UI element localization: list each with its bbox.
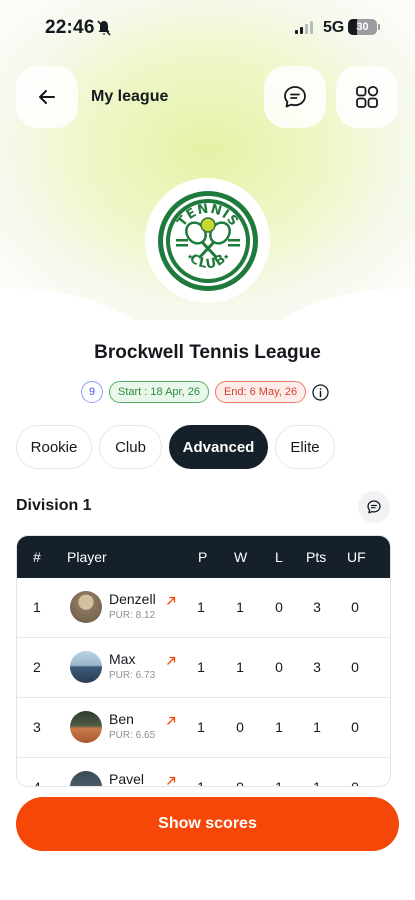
player-name: Max (109, 651, 136, 667)
row-points: 3 (313, 659, 321, 675)
row-won: 0 (236, 779, 244, 787)
tab-advanced[interactable]: Advanced (169, 425, 268, 469)
row-lost: 0 (275, 599, 283, 615)
level-tabs: Rookie Club Advanced Elite (16, 425, 335, 469)
avatar (70, 651, 102, 683)
col-unforced: UF (347, 549, 366, 565)
row-played: 1 (197, 659, 205, 675)
col-points: Pts (306, 549, 327, 565)
row-rank: 3 (33, 719, 41, 735)
bell-muted-icon (97, 20, 111, 36)
col-played: P (198, 549, 208, 565)
tab-club[interactable]: Club (99, 425, 162, 469)
row-rank: 1 (33, 599, 41, 615)
signal-icon (295, 21, 313, 34)
tab-rookie[interactable]: Rookie (16, 425, 92, 469)
player-rating: PUR: 6.65 (109, 730, 156, 741)
end-date-badge: End: 6 May, 26 (214, 381, 307, 403)
row-unforced: 0 (351, 659, 359, 675)
player-name: Pavel (109, 771, 145, 787)
row-won: 1 (236, 599, 244, 615)
svg-text:★: ★ (187, 253, 193, 261)
row-unforced: 0 (351, 779, 359, 787)
trend-up-icon (167, 716, 176, 725)
trend-up-icon (167, 776, 176, 785)
col-won: W (234, 549, 248, 565)
chat-button[interactable] (264, 66, 326, 128)
info-icon[interactable] (312, 384, 329, 401)
row-points: 3 (313, 599, 321, 615)
trend-up-icon (167, 656, 176, 665)
col-player: Player (67, 549, 107, 565)
row-points: 1 (313, 779, 321, 787)
row-points: 1 (313, 719, 321, 735)
svg-text:★: ★ (223, 253, 229, 261)
col-rank: # (33, 549, 41, 565)
division-title: Division 1 (16, 497, 92, 514)
menu-grid-button[interactable] (336, 66, 398, 128)
player-name: Ben (109, 711, 134, 727)
col-lost: L (275, 549, 283, 565)
status-time: 22:46 (45, 17, 95, 38)
row-unforced: 0 (351, 599, 359, 615)
table-header: # Player P W L Pts UF (17, 536, 390, 578)
grid-icon (356, 85, 379, 108)
start-date-badge: Start : 18 Apr, 26 (109, 381, 209, 403)
row-lost: 0 (275, 659, 283, 675)
player-rating: PUR: 8.12 (109, 610, 156, 621)
battery-icon: 30 (348, 19, 377, 35)
tab-elite[interactable]: Elite (275, 425, 335, 469)
trend-up-icon (167, 596, 176, 605)
battery-tip (378, 24, 380, 30)
avatar (70, 591, 102, 623)
row-played: 1 (197, 719, 205, 735)
standings-table: # Player P W L Pts UF 1 Denzell PUR: 8.1… (16, 535, 391, 787)
avatar (70, 711, 102, 743)
row-played: 1 (197, 599, 205, 615)
table-row[interactable]: 1 Denzell PUR: 8.12 1 1 0 3 0 (17, 578, 390, 638)
tennis-club-logo: TENNIS CLUB ★ ★ (157, 190, 258, 291)
player-rating: PUR: 6.73 (109, 670, 156, 681)
player-name: Denzell (109, 591, 156, 607)
chat-bubble-icon (284, 86, 306, 108)
row-won: 1 (236, 659, 244, 675)
row-unforced: 0 (351, 719, 359, 735)
row-lost: 1 (275, 719, 283, 735)
back-button[interactable] (16, 66, 78, 128)
table-row[interactable]: 4 Pavel 1 0 1 1 0 (17, 758, 390, 787)
network-type: 5G (323, 19, 345, 36)
chat-bubble-icon (367, 500, 381, 514)
row-rank: 4 (33, 779, 41, 787)
row-played: 1 (197, 779, 205, 787)
show-scores-button[interactable]: Show scores (16, 797, 399, 851)
row-won: 0 (236, 719, 244, 735)
division-chat-button[interactable] (358, 491, 390, 523)
battery-level: 30 (356, 21, 369, 33)
avatar (70, 771, 102, 786)
table-row[interactable]: 2 Max PUR: 6.73 1 1 0 3 0 (17, 638, 390, 698)
page-title: My league (91, 88, 169, 105)
row-rank: 2 (33, 659, 41, 675)
arrow-left-icon (39, 90, 55, 104)
division-count-badge: 9 (81, 381, 103, 403)
league-badges: 9 Start : 18 Apr, 26 End: 6 May, 26 (81, 381, 307, 403)
league-logo: TENNIS CLUB ★ ★ (145, 178, 270, 303)
row-lost: 1 (275, 779, 283, 787)
league-name: Brockwell Tennis League (94, 342, 321, 363)
table-row[interactable]: 3 Ben PUR: 6.65 1 0 1 1 0 (17, 698, 390, 758)
status-bar: 22:46 5G 30 (0, 0, 415, 56)
